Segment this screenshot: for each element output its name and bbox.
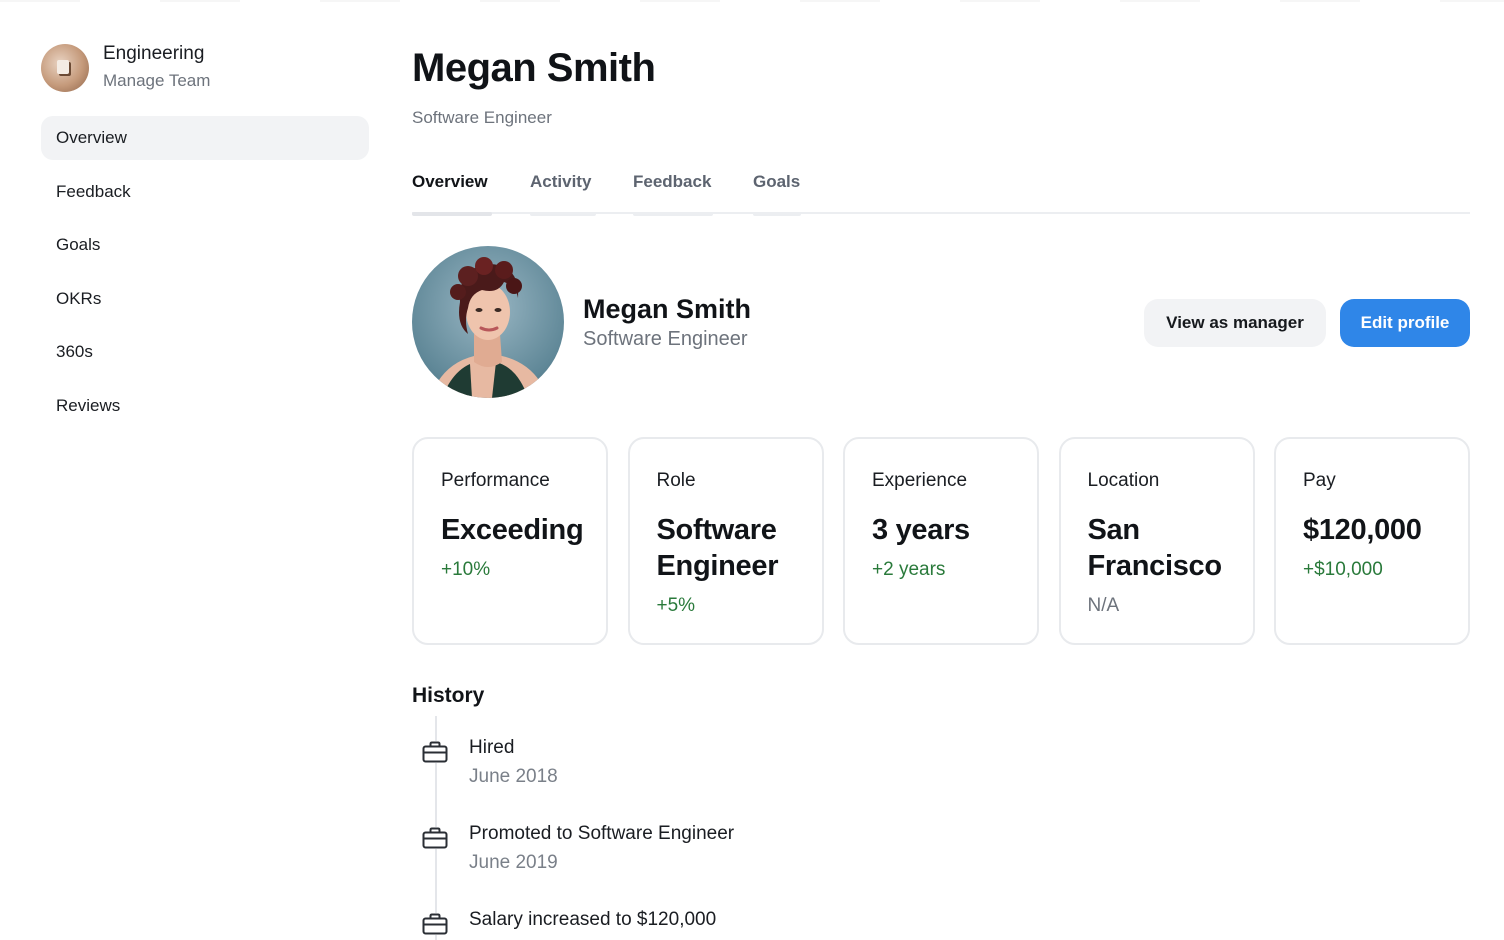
history-item-title: Promoted to Software Engineer: [469, 823, 735, 844]
stat-label: Pay: [1303, 470, 1336, 491]
history-item-date: June 2018: [469, 766, 558, 787]
briefcase-icon: [422, 827, 448, 849]
stat-label: Location: [1087, 470, 1160, 491]
history-text: Hired June 2018: [469, 736, 558, 789]
avatar-portrait: [430, 257, 548, 398]
stat-value: Software Engineer: [656, 514, 779, 582]
sidebar: Engineering Manage Team Overview Feedbac…: [0, 0, 392, 940]
stat-delta: +$10,000: [1303, 559, 1383, 580]
stat-card-performance: Performance Exceeding +10%: [412, 437, 608, 645]
history-item-date: June 2019: [469, 852, 558, 873]
team-text: Engineering Manage Team: [103, 42, 210, 93]
team-subtitle: Manage Team: [103, 71, 211, 90]
briefcase-icon: [422, 913, 448, 935]
stat-delta: +2 years: [872, 559, 946, 580]
stat-card-pay: Pay $120,000 +$10,000: [1274, 437, 1470, 645]
page-subtitle: Software Engineer: [412, 108, 552, 127]
sidebar-item-overview[interactable]: Overview: [41, 116, 369, 160]
stat-value: San Francisco: [1087, 514, 1223, 582]
profile-name: Megan Smith: [583, 294, 752, 324]
tab-feedback[interactable]: Feedback: [633, 168, 713, 216]
page-title: Megan Smith: [412, 46, 656, 90]
team-avatar: [41, 43, 89, 92]
history-text: Promoted to Software Engineer June 2019: [469, 822, 734, 875]
sidebar-item-feedback[interactable]: Feedback: [41, 170, 369, 214]
history-item-title: Salary increased to $120,000: [469, 909, 717, 930]
team-name: Engineering: [103, 43, 205, 64]
edit-profile-button[interactable]: Edit profile: [1340, 299, 1470, 347]
profile-header: Megan Smith Software Engineer View as ma…: [412, 246, 1470, 400]
app-window: Engineering Manage Team Overview Feedbac…: [0, 0, 1504, 940]
tab-activity[interactable]: Activity: [530, 168, 596, 216]
history-item-title: Hired: [469, 737, 515, 758]
profile-role: Software Engineer: [583, 328, 748, 350]
tab-label: Activity: [530, 172, 592, 191]
stats-row: Performance Exceeding +10% Role Software…: [412, 437, 1470, 645]
tab-goals[interactable]: Goals: [753, 168, 801, 216]
stat-card-role: Role Software Engineer +5%: [627, 437, 824, 645]
stat-delta: +5%: [656, 595, 696, 616]
briefcase-icon: [422, 741, 448, 763]
history-title: History: [412, 684, 485, 707]
sidebar-nav: Overview Feedback Goals OKRs 360s Review…: [41, 116, 369, 438]
stat-value: 3 years: [872, 514, 970, 546]
tab-label: Goals: [753, 172, 801, 191]
stat-card-location: Location San Francisco N/A: [1058, 437, 1255, 645]
stat-label: Experience: [872, 470, 968, 491]
stat-label: Role: [656, 470, 696, 491]
stat-label: Performance: [441, 470, 550, 491]
tab-overview[interactable]: Overview: [412, 168, 492, 216]
view-as-manager-button[interactable]: View as manager: [1144, 299, 1326, 347]
stat-delta: N/A: [1087, 595, 1120, 616]
stat-card-experience: Experience 3 years +2 years: [843, 437, 1039, 645]
stat-value: $120,000: [1303, 514, 1422, 546]
history-text: Salary increased to $120,000: [469, 908, 716, 932]
avatar: [412, 246, 564, 398]
sidebar-item-okrs[interactable]: OKRs: [41, 277, 369, 321]
tab-bar: Overview Activity Feedback Goals: [412, 168, 1470, 216]
stat-delta: +10%: [441, 559, 491, 580]
team-switcher[interactable]: Engineering Manage Team: [41, 42, 210, 93]
sidebar-item-360s[interactable]: 360s: [41, 330, 369, 374]
tab-label: Overview: [412, 172, 488, 191]
sidebar-item-goals[interactable]: Goals: [41, 223, 369, 267]
stat-value: Exceeding: [441, 514, 584, 546]
tab-label: Feedback: [633, 172, 712, 191]
sidebar-item-reviews[interactable]: Reviews: [41, 384, 369, 428]
